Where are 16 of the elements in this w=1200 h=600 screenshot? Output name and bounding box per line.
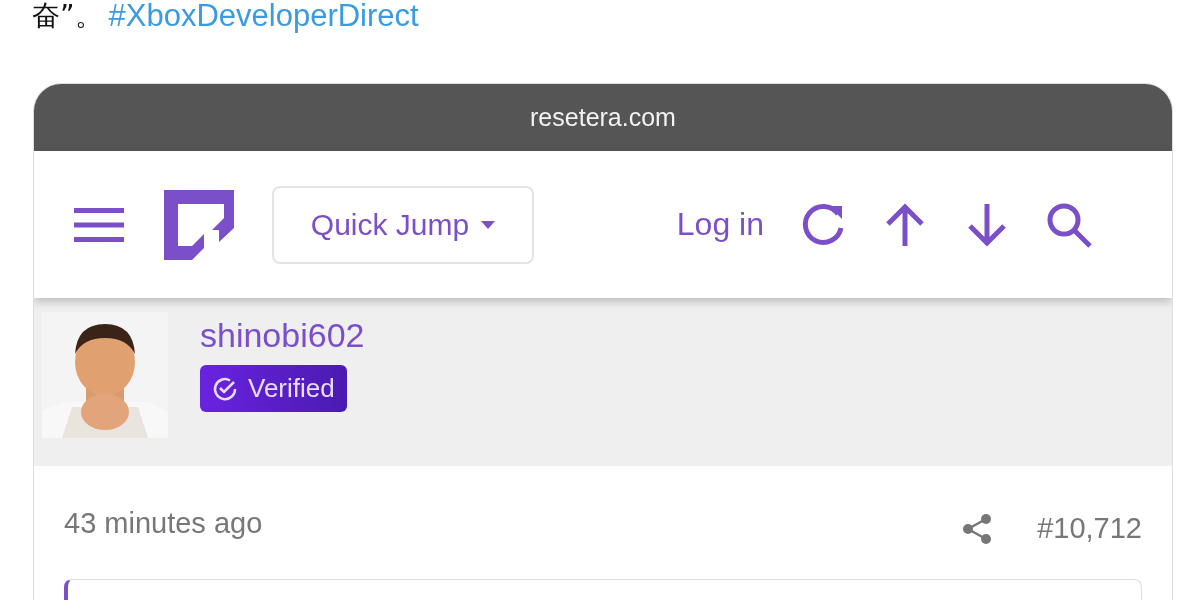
menu-icon[interactable] xyxy=(74,207,124,242)
caption-text: 奋”。 xyxy=(32,0,103,32)
login-link[interactable]: Log in xyxy=(676,206,764,243)
verified-badge: Verified xyxy=(200,365,347,412)
hashtag-link[interactable]: #XboxDeveloperDirect xyxy=(108,0,419,32)
share-icon[interactable] xyxy=(961,512,994,545)
check-circle-icon xyxy=(212,375,238,402)
post-number[interactable]: #10,712 xyxy=(1037,512,1142,545)
logo-icon[interactable] xyxy=(164,189,234,260)
username-link[interactable]: shinobi602 xyxy=(200,316,365,355)
post-time: 43 minutes ago xyxy=(64,507,263,540)
refresh-icon[interactable] xyxy=(800,201,846,248)
url-text: resetera.com xyxy=(530,103,676,132)
quick-jump-dropdown[interactable]: Quick Jump xyxy=(272,185,534,264)
caret-icon xyxy=(481,220,496,229)
search-icon[interactable] xyxy=(1046,201,1092,248)
